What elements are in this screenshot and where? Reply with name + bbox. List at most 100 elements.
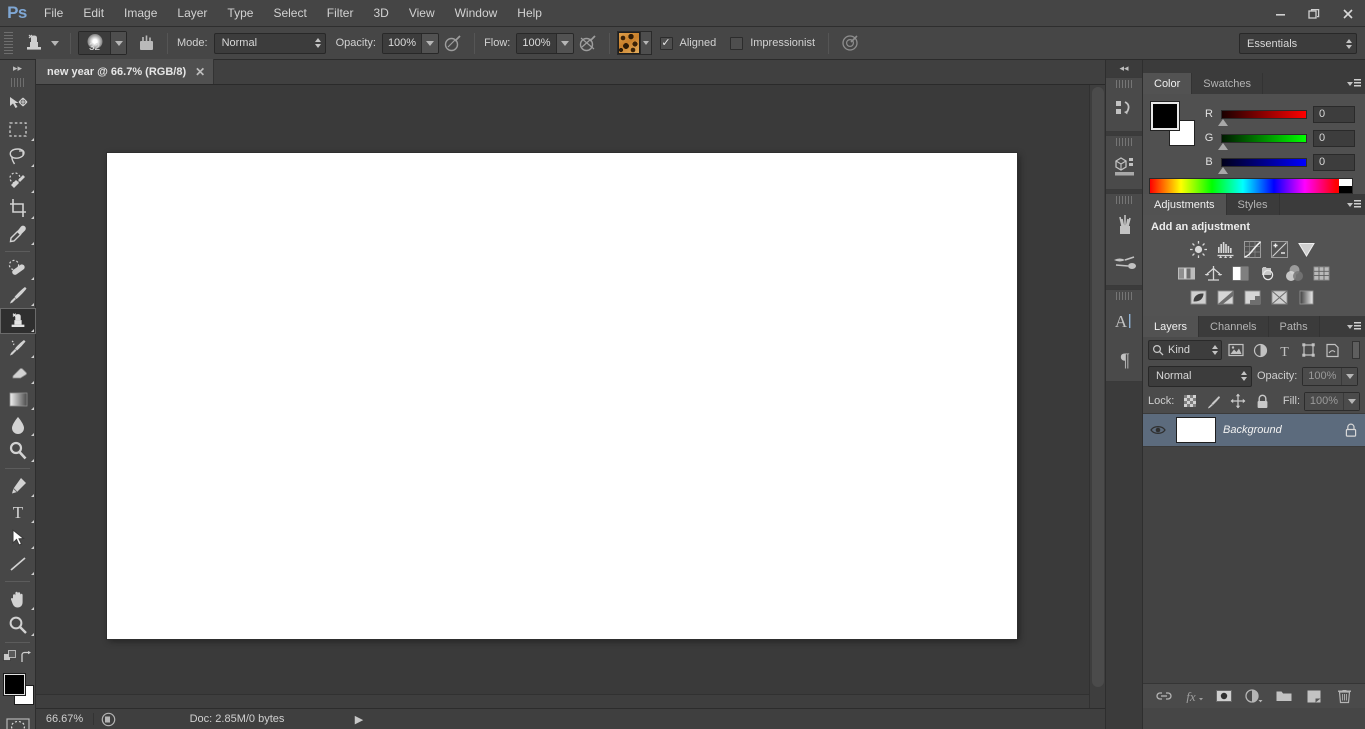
tab-layers[interactable]: Layers: [1143, 316, 1200, 337]
green-slider[interactable]: [1218, 133, 1307, 150]
brush-presets-panel-icon[interactable]: [1106, 244, 1144, 282]
black-white-icon[interactable]: [1229, 263, 1251, 283]
filter-enable-toggle[interactable]: [1352, 341, 1360, 359]
gradient-map-icon[interactable]: [1268, 287, 1290, 307]
restore-button[interactable]: [1297, 0, 1331, 27]
red-value-input[interactable]: 0: [1313, 105, 1355, 123]
menu-3d[interactable]: 3D: [363, 0, 398, 27]
vibrance-icon[interactable]: [1295, 239, 1317, 259]
color-panel-menu-icon[interactable]: [1347, 78, 1361, 89]
new-group-icon[interactable]: [1274, 686, 1294, 706]
tab-channels[interactable]: Channels: [1199, 316, 1269, 337]
brush-tool[interactable]: [0, 282, 36, 308]
opacity-field[interactable]: 100%: [381, 32, 440, 54]
hand-tool[interactable]: [0, 586, 36, 612]
eyedropper-tool[interactable]: [0, 221, 36, 247]
rail-grip-3[interactable]: [1116, 196, 1132, 204]
zoom-tool[interactable]: [0, 612, 36, 638]
brush-panel-toggle-icon[interactable]: [134, 31, 160, 55]
spectrum-blackwhite-icon[interactable]: [1339, 179, 1352, 193]
add-layer-mask-icon[interactable]: [1214, 686, 1234, 706]
minimize-button[interactable]: [1263, 0, 1297, 27]
rectangular-marquee-tool[interactable]: [0, 117, 36, 143]
layer-name[interactable]: Background: [1223, 424, 1338, 436]
layer-visibility-eye-icon[interactable]: [1147, 424, 1169, 436]
brush-preset-chevron-down-icon[interactable]: [110, 32, 126, 54]
flow-field[interactable]: 100%: [516, 32, 574, 54]
canvas-horizontal-scrollbar[interactable]: [36, 694, 1089, 708]
lock-transparent-pixels-icon[interactable]: [1180, 391, 1200, 411]
quick-selection-tool[interactable]: [0, 169, 36, 195]
filter-smart-object-icon[interactable]: [1322, 340, 1342, 360]
menu-select[interactable]: Select: [263, 0, 316, 27]
close-icon[interactable]: ✕: [195, 66, 205, 78]
quick-mask-icon[interactable]: [0, 713, 36, 729]
color-spectrum-ramp[interactable]: [1149, 178, 1353, 194]
color-panel-swatches[interactable]: [1150, 101, 1195, 146]
layer-filter-kind-select[interactable]: Kind: [1148, 340, 1222, 360]
path-selection-tool[interactable]: [0, 525, 36, 551]
aligned-checkbox[interactable]: ✓: [659, 36, 673, 50]
canvas-vertical-scrollbar[interactable]: [1089, 85, 1105, 708]
red-slider[interactable]: [1218, 109, 1307, 126]
crop-tool[interactable]: [0, 195, 36, 221]
document-info-icon[interactable]: [94, 712, 122, 727]
pen-tool[interactable]: [0, 473, 36, 499]
toolbar-collapse-icon[interactable]: ▸▸: [0, 60, 35, 77]
menu-image[interactable]: Image: [114, 0, 167, 27]
3d-panel-icon[interactable]: [1106, 148, 1144, 186]
impressionist-checkbox-row[interactable]: Impressionist: [730, 36, 821, 50]
invert-icon[interactable]: [1187, 287, 1209, 307]
default-colors-icon[interactable]: [2, 650, 17, 664]
menu-filter[interactable]: Filter: [317, 0, 364, 27]
toolbar-grip[interactable]: [10, 78, 25, 87]
green-value-input[interactable]: 0: [1313, 129, 1355, 147]
layer-fill-chevron-down-icon[interactable]: [1343, 392, 1359, 410]
layer-opacity-chevron-down-icon[interactable]: [1341, 367, 1358, 385]
filter-shape-layers-icon[interactable]: [1298, 340, 1318, 360]
layer-opacity-field[interactable]: 100%: [1302, 366, 1359, 386]
layer-thumbnail[interactable]: [1176, 417, 1216, 443]
new-adjustment-layer-icon[interactable]: [1244, 686, 1264, 706]
pattern-chevron-down-icon[interactable]: [639, 32, 651, 54]
history-panel-icon[interactable]: [1106, 90, 1144, 128]
filter-pixel-layers-icon[interactable]: [1226, 340, 1246, 360]
tab-styles[interactable]: Styles: [1227, 194, 1280, 215]
impressionist-checkbox[interactable]: [730, 36, 744, 50]
clone-source-pattern-picker[interactable]: [616, 31, 652, 55]
lock-position-icon[interactable]: [1228, 391, 1248, 411]
layer-fill-field[interactable]: 100%: [1304, 391, 1360, 411]
brush-preset-picker[interactable]: 32: [78, 31, 127, 55]
color-balance-icon[interactable]: [1202, 263, 1224, 283]
clone-stamp-tool[interactable]: [0, 308, 36, 334]
curves-icon[interactable]: [1241, 239, 1263, 259]
channel-mixer-icon[interactable]: [1283, 263, 1305, 283]
tablet-pressure-icon[interactable]: [839, 32, 861, 54]
menu-help[interactable]: Help: [507, 0, 552, 27]
filter-type-layers-icon[interactable]: T: [1274, 340, 1294, 360]
blue-slider[interactable]: [1218, 157, 1307, 174]
layer-blend-mode-select[interactable]: Normal: [1148, 365, 1252, 387]
green-slider-thumb[interactable]: [1218, 142, 1228, 150]
lock-image-pixels-icon[interactable]: [1204, 391, 1224, 411]
document-tab[interactable]: new year @ 66.7% (RGB/8) ✕: [36, 59, 215, 84]
red-slider-thumb[interactable]: [1218, 118, 1228, 126]
layer-lock-icon[interactable]: [1345, 423, 1357, 437]
menu-view[interactable]: View: [399, 0, 445, 27]
threshold-icon[interactable]: [1241, 287, 1263, 307]
new-layer-icon[interactable]: [1304, 686, 1324, 706]
layer-list[interactable]: Background: [1143, 413, 1365, 683]
color-panel-foreground-swatch[interactable]: [1150, 101, 1180, 131]
gradient-tool[interactable]: [0, 386, 36, 412]
blue-slider-thumb[interactable]: [1218, 166, 1228, 174]
zoom-level[interactable]: 66.67%: [36, 713, 94, 725]
paragraph-panel-icon[interactable]: ¶: [1106, 340, 1144, 378]
blue-value-input[interactable]: 0: [1313, 153, 1355, 171]
selective-color-icon[interactable]: [1295, 287, 1317, 307]
swap-colors-icon[interactable]: [20, 650, 33, 664]
move-tool[interactable]: [0, 91, 36, 117]
close-button[interactable]: [1331, 0, 1365, 27]
line-tool[interactable]: [0, 551, 36, 577]
flow-chevron-down-icon[interactable]: [555, 33, 573, 53]
tab-adjustments[interactable]: Adjustments: [1143, 194, 1227, 215]
